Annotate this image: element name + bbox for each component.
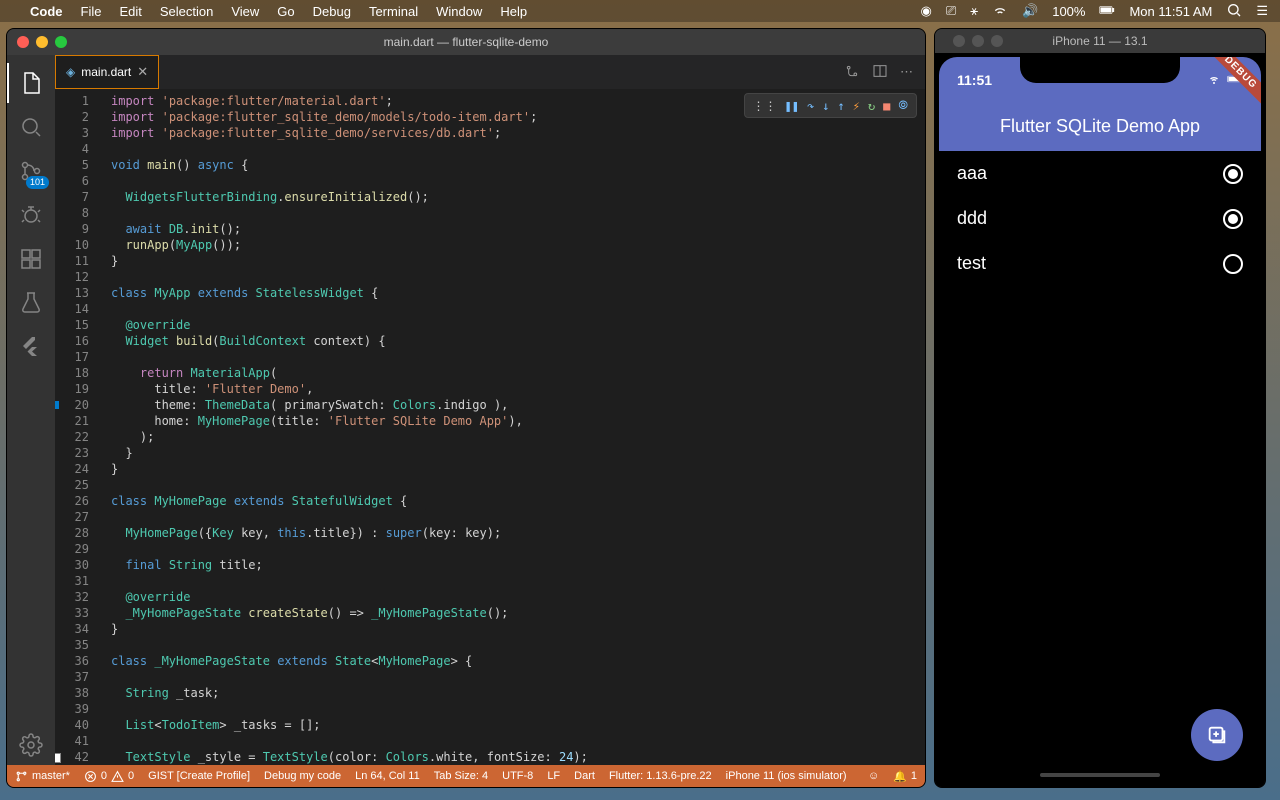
- status-gist[interactable]: GIST [Create Profile]: [148, 770, 250, 782]
- source-control-icon[interactable]: [7, 151, 55, 191]
- list-item[interactable]: aaa: [939, 151, 1261, 196]
- list-item-label: aaa: [957, 163, 987, 184]
- compare-icon[interactable]: [844, 63, 860, 82]
- status-flutter[interactable]: Flutter: 1.13.6-pre.22: [609, 770, 712, 782]
- screencast-icon[interactable]: ◉: [920, 3, 931, 19]
- app-title: Flutter SQLite Demo App: [1000, 116, 1200, 137]
- minimize-window-icon[interactable]: [36, 36, 48, 48]
- status-device[interactable]: iPhone 11 (ios simulator): [726, 770, 847, 782]
- wifi-icon[interactable]: [992, 2, 1008, 21]
- drag-handle-icon[interactable]: ⋮⋮: [753, 99, 777, 113]
- sim-zoom-icon[interactable]: [991, 35, 1003, 47]
- ios-time: 11:51: [957, 72, 992, 88]
- extensions-icon[interactable]: [7, 239, 55, 279]
- tab-bar: ◈ main.dart ✕ ⋯: [55, 55, 925, 89]
- debug-toolbar[interactable]: ⋮⋮ ❚❚ ↷ ↓ ↑ ⚡ ↻ ■ ⦾: [744, 93, 917, 118]
- radio-icon[interactable]: [1223, 209, 1243, 229]
- menu-selection[interactable]: Selection: [160, 4, 213, 19]
- devtools-icon[interactable]: ⦾: [898, 98, 908, 113]
- dart-file-icon: ◈: [66, 65, 75, 79]
- bluetooth-icon[interactable]: ⚹: [970, 3, 978, 19]
- status-debug[interactable]: Debug my code: [264, 770, 341, 782]
- status-position[interactable]: Ln 64, Col 11: [355, 770, 420, 782]
- title-bar[interactable]: main.dart — flutter-sqlite-demo: [7, 29, 925, 55]
- split-editor-icon[interactable]: [872, 63, 888, 82]
- sim-minimize-icon[interactable]: [972, 35, 984, 47]
- menu-go[interactable]: Go: [277, 4, 294, 19]
- ios-wifi-icon: [1206, 72, 1222, 88]
- git-branch[interactable]: master*: [15, 770, 70, 783]
- menu-view[interactable]: View: [231, 4, 259, 19]
- status-bell[interactable]: 🔔 1: [893, 770, 917, 783]
- window-title: main.dart — flutter-sqlite-demo: [384, 35, 549, 49]
- hot-reload-icon[interactable]: ⚡: [853, 99, 860, 113]
- list-item-label: test: [957, 253, 986, 274]
- add-fab-button[interactable]: [1191, 709, 1243, 761]
- control-center-icon[interactable]: ☰: [1256, 3, 1268, 19]
- menu-debug[interactable]: Debug: [313, 4, 351, 19]
- todo-list[interactable]: aaa ddd test: [939, 151, 1261, 286]
- close-window-icon[interactable]: [17, 36, 29, 48]
- display-icon[interactable]: ⎚: [946, 3, 956, 19]
- activity-bar: [7, 55, 55, 765]
- tab-main-dart[interactable]: ◈ main.dart ✕: [55, 55, 159, 89]
- notch: [1020, 57, 1180, 83]
- app-bar: Flutter SQLite Demo App: [939, 101, 1261, 151]
- sim-close-icon[interactable]: [953, 35, 965, 47]
- menu-edit[interactable]: Edit: [119, 4, 141, 19]
- list-item[interactable]: test: [939, 241, 1261, 286]
- zoom-window-icon[interactable]: [55, 36, 67, 48]
- tab-label: main.dart: [81, 65, 131, 79]
- code-editor[interactable]: 1234567891011121314151617181920212223242…: [55, 89, 925, 765]
- restart-icon[interactable]: ↻: [868, 99, 875, 113]
- line-gutter: 1234567891011121314151617181920212223242…: [55, 89, 103, 765]
- test-icon[interactable]: [7, 283, 55, 323]
- status-eol[interactable]: LF: [547, 770, 560, 782]
- pause-icon[interactable]: ❚❚: [785, 99, 799, 113]
- menu-help[interactable]: Help: [500, 4, 527, 19]
- battery-icon[interactable]: [1099, 2, 1115, 21]
- step-out-icon[interactable]: ↑: [837, 99, 844, 113]
- spotlight-icon[interactable]: [1226, 2, 1242, 21]
- search-icon[interactable]: [7, 107, 55, 147]
- vscode-window: main.dart — flutter-sqlite-demo ◈ main.d…: [6, 28, 926, 788]
- phone-screen[interactable]: DEBUG 11:51 Flutter SQLite Demo App aaad…: [939, 57, 1261, 783]
- home-indicator[interactable]: [1040, 773, 1160, 777]
- simulator-title-bar[interactable]: iPhone 11 — 13.1: [935, 29, 1265, 53]
- menu-file[interactable]: File: [81, 4, 102, 19]
- status-errors[interactable]: 0 0: [84, 770, 134, 783]
- radio-icon[interactable]: [1223, 254, 1243, 274]
- clock[interactable]: Mon 11:51 AM: [1129, 4, 1212, 19]
- mac-menu-bar: Code File Edit Selection View Go Debug T…: [0, 0, 1280, 22]
- stop-icon[interactable]: ■: [883, 99, 890, 113]
- status-encoding[interactable]: UTF-8: [502, 770, 533, 782]
- status-language[interactable]: Dart: [574, 770, 595, 782]
- status-tabsize[interactable]: Tab Size: 4: [434, 770, 488, 782]
- explorer-icon[interactable]: [7, 63, 55, 103]
- tab-close-icon[interactable]: ✕: [137, 64, 148, 80]
- step-into-icon[interactable]: ↓: [822, 99, 829, 113]
- radio-icon[interactable]: [1223, 164, 1243, 184]
- list-item-label: ddd: [957, 208, 987, 229]
- menu-terminal[interactable]: Terminal: [369, 4, 418, 19]
- settings-gear-icon[interactable]: [7, 725, 55, 765]
- code-content[interactable]: import 'package:flutter/material.dart';i…: [103, 89, 925, 765]
- flutter-icon[interactable]: [7, 327, 55, 367]
- debug-icon[interactable]: [7, 195, 55, 235]
- step-over-icon[interactable]: ↷: [807, 99, 814, 113]
- status-bar: master* 0 0 GIST [Create Profile] Debug …: [7, 765, 925, 787]
- battery-label: 100%: [1052, 4, 1085, 19]
- simulator-title: iPhone 11 — 13.1: [1052, 34, 1147, 48]
- more-icon[interactable]: ⋯: [900, 64, 913, 80]
- simulator-window: iPhone 11 — 13.1 DEBUG 11:51 Flutter SQL…: [934, 28, 1266, 788]
- menu-window[interactable]: Window: [436, 4, 482, 19]
- app-menu[interactable]: Code: [30, 4, 63, 19]
- volume-icon[interactable]: 🔊: [1022, 3, 1038, 19]
- status-feedback-icon[interactable]: ☺: [868, 770, 879, 782]
- list-item[interactable]: ddd: [939, 196, 1261, 241]
